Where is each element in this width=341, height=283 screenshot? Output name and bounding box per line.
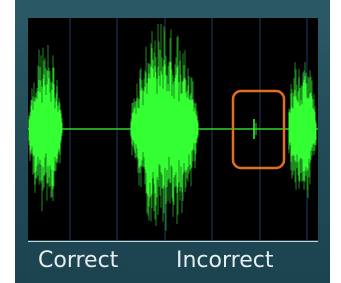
waveform-labels: Correct Incorrect (28, 246, 318, 278)
waveform-bright-layer (28, 48, 317, 207)
waveform-display (28, 18, 318, 240)
label-correct: Correct (38, 248, 119, 273)
label-incorrect: Incorrect (176, 248, 274, 273)
waveform-panel: Correct Incorrect (15, 0, 330, 283)
axis-baseline (28, 241, 318, 242)
waveform-svg (28, 18, 318, 240)
